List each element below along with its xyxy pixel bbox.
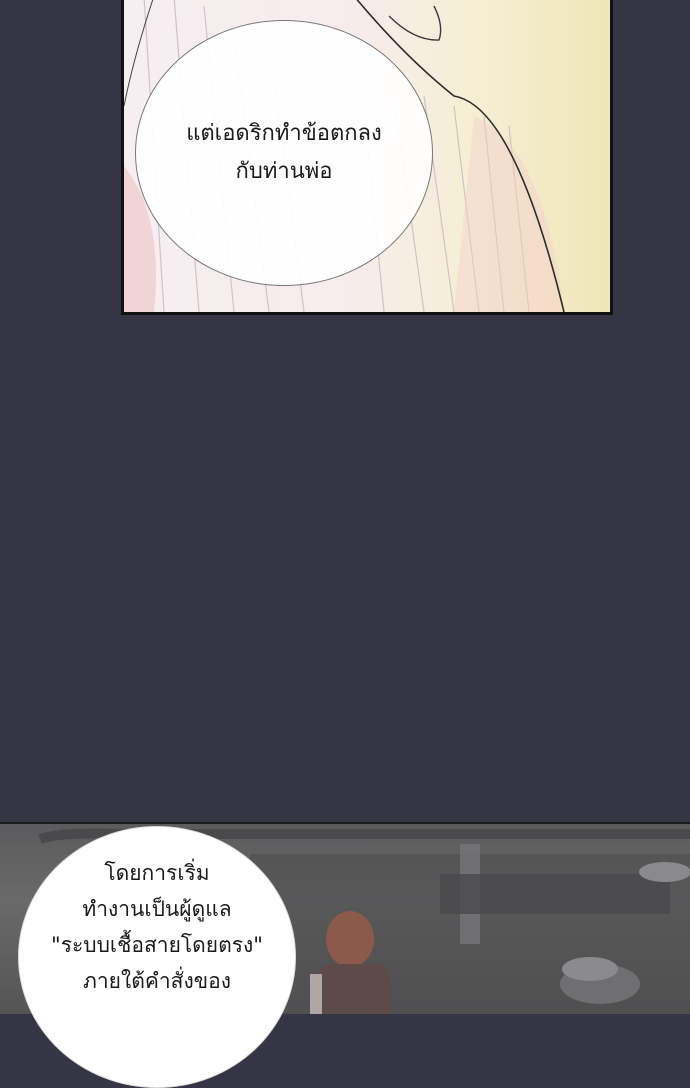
bubble-bottom-line-2: ทำงานเป็นผู้ดูแล xyxy=(82,897,232,921)
speech-bubble-bottom-text: โดยการเริ่ม ทำงานเป็นผู้ดูแล "ระบบเชื้อส… xyxy=(51,855,263,1059)
speech-bubble-top-text: แต่เอดริกทำข้อตกลง กับท่านพ่อ xyxy=(186,115,382,191)
bubble-top-line-2: กับท่านพ่อ xyxy=(235,159,333,184)
bubble-bottom-line-3: "ระบบเชื้อสายโดยตรง" xyxy=(51,933,263,957)
bubble-top-line-1: แต่เอดริกทำข้อตกลง xyxy=(186,121,382,146)
speech-bubble-top: แต่เอดริกทำข้อตกลง กับท่านพ่อ xyxy=(135,20,433,286)
bubble-bottom-line-4: ภายใต้คำสั่งของ xyxy=(83,969,231,993)
speech-bubble-bottom: โดยการเริ่ม ทำงานเป็นผู้ดูแล "ระบบเชื้อส… xyxy=(18,826,296,1088)
bubble-bottom-line-1: โดยการเริ่ม xyxy=(104,861,210,885)
